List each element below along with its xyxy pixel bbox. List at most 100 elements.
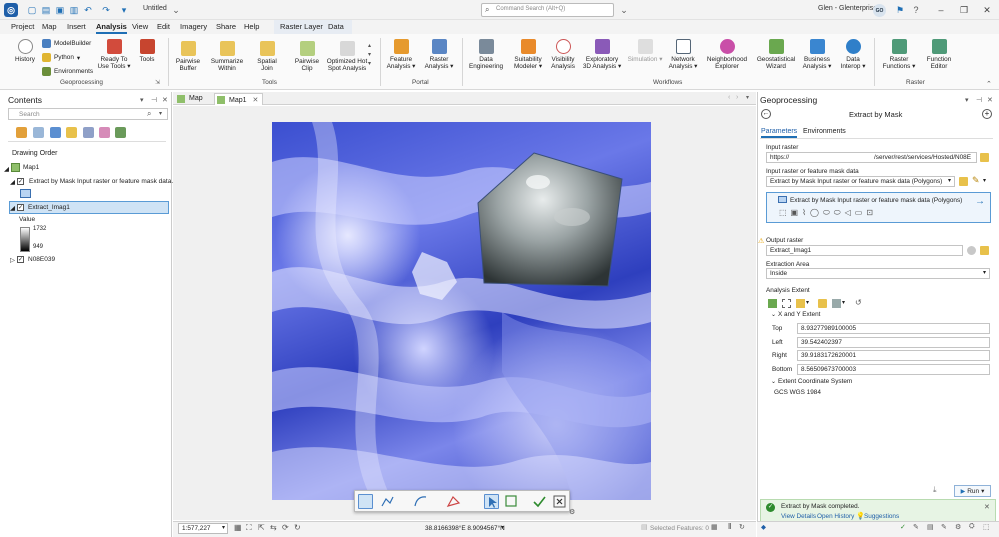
refresh-icon[interactable]: ↻ [739, 523, 745, 531]
raster-functions-button[interactable]: Raster Functions ▾ [880, 39, 918, 70]
tree-layer-dem[interactable]: N08E039 [28, 256, 55, 263]
pane-tab-create[interactable]: ✎ [941, 523, 947, 531]
chevron-down-icon[interactable]: ⌄ [170, 4, 182, 16]
list-by-drawing-order-icon[interactable] [16, 127, 27, 138]
sketch-tools-row[interactable]: ⬚▣⌇◯⬭⬭◁▭⊡ [779, 208, 877, 218]
chevron-down-icon[interactable]: ▾ [842, 299, 845, 306]
mask-dropdown[interactable]: Extract by Mask Input raster or feature … [766, 176, 955, 187]
tab-help[interactable]: Help [244, 22, 259, 31]
pin-icon[interactable]: ⊣ [976, 96, 982, 104]
layer-extent-dropdown-icon[interactable] [796, 299, 805, 308]
extent-left-field[interactable]: 39.542402397 [797, 337, 990, 348]
tab-edit[interactable]: Edit [157, 22, 170, 31]
notifications-icon[interactable]: ⚑ [894, 4, 906, 16]
add-icon[interactable]: + [982, 109, 992, 119]
browse-folder-icon[interactable] [980, 246, 989, 255]
tab-view[interactable]: View [132, 22, 148, 31]
minimize-button[interactable]: – [934, 3, 948, 17]
extent-top-field[interactable]: 8.93277989100005 [797, 323, 990, 334]
run-button[interactable]: ▶ Run ▾ [954, 485, 991, 497]
pane-tab-more[interactable]: ⬚ [983, 523, 990, 531]
pane-tab-attributes[interactable]: ▤ [927, 523, 934, 531]
customize-toolbar-icon[interactable]: ▾ [118, 4, 130, 16]
feature-analysis-button[interactable]: Feature Analysis ▾ [385, 39, 417, 70]
chevron-down-icon[interactable]: ▾ [983, 269, 986, 276]
tab-environments[interactable]: Environments [803, 128, 846, 135]
layer-visibility-checkbox[interactable]: ✓ [17, 256, 24, 263]
network-analysis-button[interactable]: Network Analysis ▾ [666, 39, 700, 70]
undo-icon[interactable]: ↶ [82, 4, 94, 16]
visibility-analysis-button[interactable]: Visibility Analysis [547, 39, 579, 70]
discard-sketch-icon[interactable] [552, 494, 567, 509]
copy-extent-icon[interactable] [832, 299, 841, 308]
close-icon[interactable]: ✕ [252, 97, 258, 104]
simulation-button[interactable]: Simulation ▾ [627, 39, 663, 63]
polygon-tool-icon[interactable] [446, 494, 461, 509]
scroll-tabs-left-icon[interactable]: ‹ [728, 94, 730, 101]
exploratory-3d-button[interactable]: Exploratory 3D Analysis ▾ [582, 39, 622, 70]
input-raster-field[interactable]: https:// /server/rest/services/Hosted/N0… [766, 152, 977, 163]
pin-icon[interactable]: ⊣ [151, 96, 157, 104]
ready-to-use-tools-button[interactable]: Ready To Use Tools ▾ [96, 39, 132, 70]
finish-sketch-icon[interactable] [532, 494, 547, 509]
help-icon[interactable]: ? [910, 4, 922, 16]
pane-tab-catalog[interactable]: ◆ [761, 523, 766, 531]
business-analysis-button[interactable]: Business Analysis ▾ [800, 39, 834, 70]
chevron-down-icon[interactable]: ▾ [983, 177, 986, 184]
new-project-icon[interactable]: ▢ [26, 4, 38, 16]
extent-bottom-field[interactable]: 8.56509673700003 [797, 364, 990, 375]
tab-list-icon[interactable]: ▾ [746, 94, 749, 101]
raster-analysis-button[interactable]: Raster Analysis ▾ [423, 39, 455, 70]
tree-layer-mask[interactable]: Extract by Mask Input raster or feature … [29, 178, 177, 185]
curve-tool-icon[interactable] [413, 494, 428, 509]
settings-gear-icon[interactable]: ⚙ [569, 508, 575, 516]
edit-pencil-icon[interactable]: ✎ [972, 175, 980, 186]
browse-folder-icon[interactable] [959, 177, 968, 186]
tab-map[interactable]: Map [175, 93, 207, 105]
fixed-zoom-icon[interactable]: ⇱ [258, 523, 265, 532]
save-icon[interactable]: ▣ [54, 4, 66, 16]
list-by-snapping-icon[interactable] [83, 127, 94, 138]
extent-right-field[interactable]: 39.9183172620001 [797, 350, 990, 361]
select-pointer-icon[interactable] [484, 494, 499, 509]
list-by-labeling-icon[interactable] [99, 127, 110, 138]
layer-visibility-checkbox[interactable]: ✓ [17, 178, 24, 185]
polygon-symbol-icon[interactable] [20, 189, 31, 198]
tab-data[interactable]: Data [328, 22, 344, 31]
open-folder-icon[interactable]: ▤ [40, 4, 52, 16]
pane-tab-modify[interactable]: ⚙ [955, 523, 961, 531]
list-by-data-source-icon[interactable] [33, 127, 44, 138]
spatial-join-button[interactable]: Spatial Join [254, 41, 280, 72]
tab-raster-layer[interactable]: Raster Layer [280, 22, 323, 31]
tab-insert[interactable]: Insert [67, 22, 86, 31]
summarize-within-button[interactable]: Summarize Within [209, 41, 245, 72]
collapse-chevron-icon[interactable]: ⌄ [771, 311, 776, 318]
expander-icon[interactable]: ◢ [10, 178, 15, 186]
tab-imagery[interactable]: Imagery [180, 22, 207, 31]
tab-map1[interactable]: Map1 ✕ [214, 93, 264, 105]
line-tool-icon[interactable] [380, 494, 395, 509]
close-banner-icon[interactable]: ✕ [984, 503, 990, 511]
open-history-link[interactable]: Open History [817, 513, 854, 520]
search-options-icon[interactable]: ⌄ [618, 4, 630, 16]
vertex-tool-icon[interactable] [504, 494, 519, 509]
tab-map[interactable]: Map [42, 22, 57, 31]
full-extent-icon[interactable]: ⛶ [246, 523, 252, 533]
tree-layer-extract[interactable]: Extract_Imag1 [28, 204, 70, 211]
arrow-right-icon[interactable]: → [975, 196, 985, 207]
avatar[interactable]: GO [873, 4, 886, 17]
legend-color-ramp[interactable] [20, 227, 30, 252]
grid-icon[interactable]: ▦ [234, 523, 242, 532]
collapse-chevron-icon[interactable]: ⌄ [771, 378, 776, 385]
chevron-down-icon[interactable]: ▾ [948, 177, 951, 184]
list-by-editing-icon[interactable] [66, 127, 77, 138]
tab-parameters[interactable]: Parameters [761, 128, 798, 138]
view-details-icon[interactable]: ⤓ [933, 485, 937, 495]
pause-drawing-icon[interactable]: ⟳ [282, 523, 289, 532]
grid-view-icon[interactable]: ▦ [711, 523, 718, 531]
rectangle-select-tool-icon[interactable] [358, 494, 373, 509]
dialog-launcher-icon[interactable]: ⇲ [155, 79, 160, 86]
save-as-icon[interactable]: ▥ [68, 4, 80, 16]
restore-button[interactable]: ❐ [957, 3, 971, 17]
output-raster-field[interactable]: Extract_Imag1 [766, 245, 963, 256]
